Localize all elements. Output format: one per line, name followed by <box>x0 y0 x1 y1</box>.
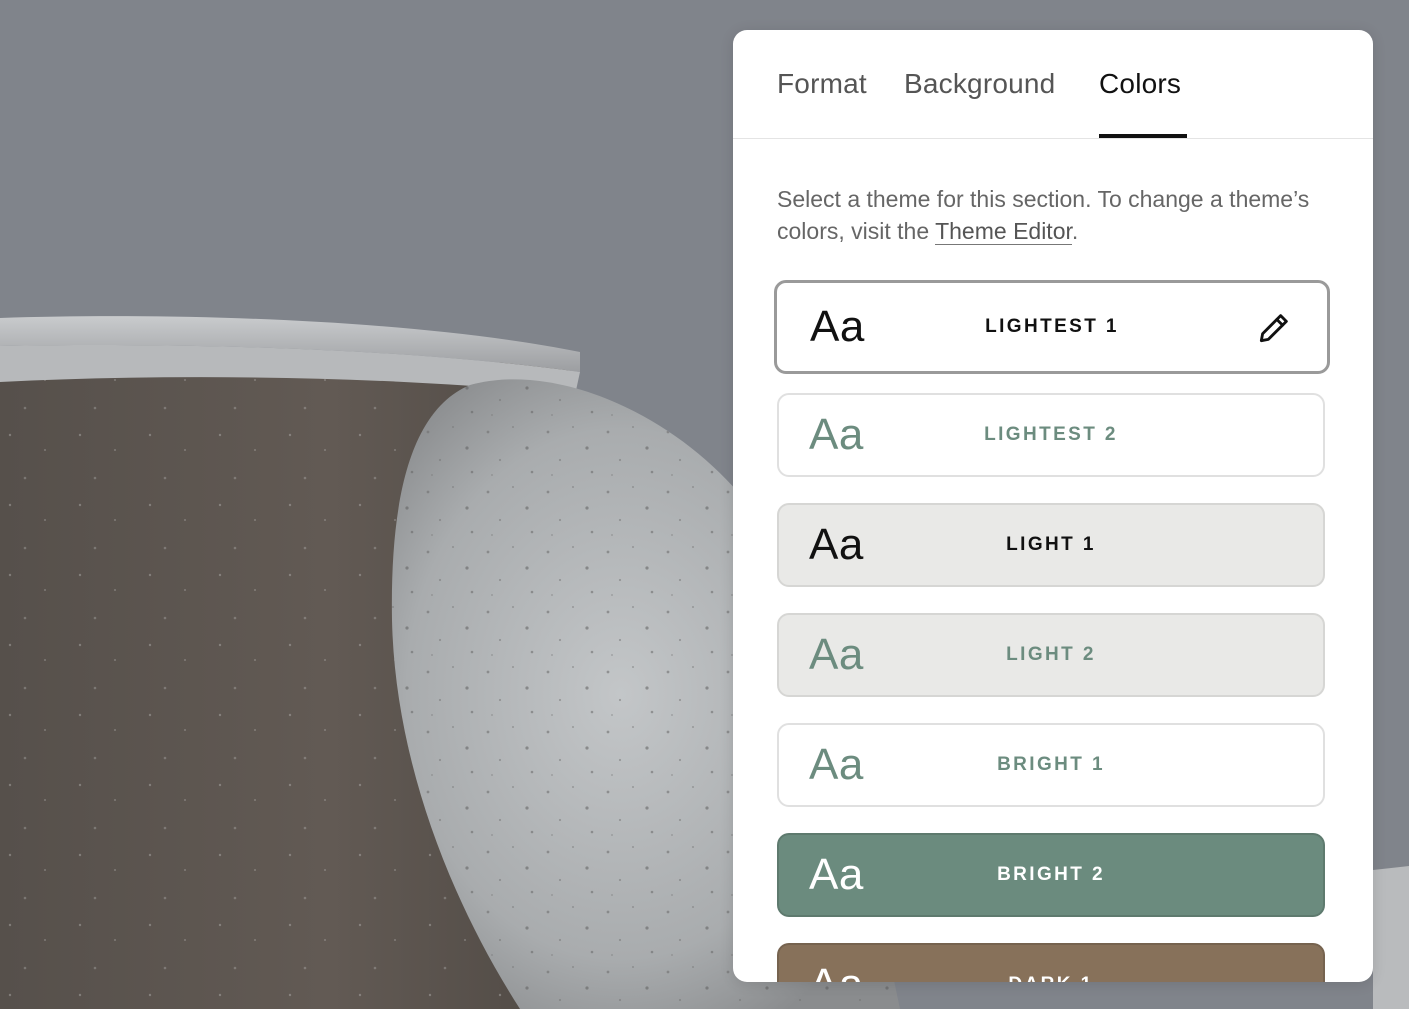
theme-name: BRIGHT 1 <box>997 754 1105 775</box>
theme-option-bright-1[interactable]: Aa BRIGHT 1 <box>777 723 1325 807</box>
theme-option-light-2[interactable]: Aa LIGHT 2 <box>777 613 1325 697</box>
active-tab-indicator <box>1099 134 1187 138</box>
tab-format[interactable]: Format <box>777 68 867 100</box>
theme-name: LIGHTEST 2 <box>984 424 1118 445</box>
pencil-icon[interactable] <box>1255 309 1293 347</box>
theme-option-dark-1[interactable]: Aa DARK 1 <box>777 943 1325 982</box>
theme-name: DARK 1 <box>779 974 1323 982</box>
theme-name: LIGHT 1 <box>1006 534 1096 555</box>
colors-description: Select a theme for this section. To chan… <box>777 183 1337 247</box>
editor-scene: Format Background Colors Select a theme … <box>0 0 1409 1009</box>
theme-name: LIGHT 2 <box>1006 644 1096 665</box>
description-suffix: . <box>1071 218 1079 244</box>
theme-name: LIGHTEST 1 <box>985 316 1119 337</box>
tab-bar: Format Background Colors <box>733 30 1373 139</box>
tab-colors[interactable]: Colors <box>1099 68 1181 100</box>
theme-editor-link[interactable]: Theme Editor <box>935 218 1072 245</box>
theme-option-lightest-1[interactable]: Aa LIGHTEST 1 <box>774 280 1330 374</box>
section-settings-panel: Format Background Colors Select a theme … <box>733 30 1373 982</box>
theme-option-lightest-2[interactable]: Aa LIGHTEST 2 <box>777 393 1325 477</box>
theme-option-bright-2[interactable]: Aa BRIGHT 2 <box>777 833 1325 917</box>
theme-option-light-1[interactable]: Aa LIGHT 1 <box>777 503 1325 587</box>
tab-background[interactable]: Background <box>904 68 1055 100</box>
theme-name: BRIGHT 2 <box>997 864 1105 885</box>
